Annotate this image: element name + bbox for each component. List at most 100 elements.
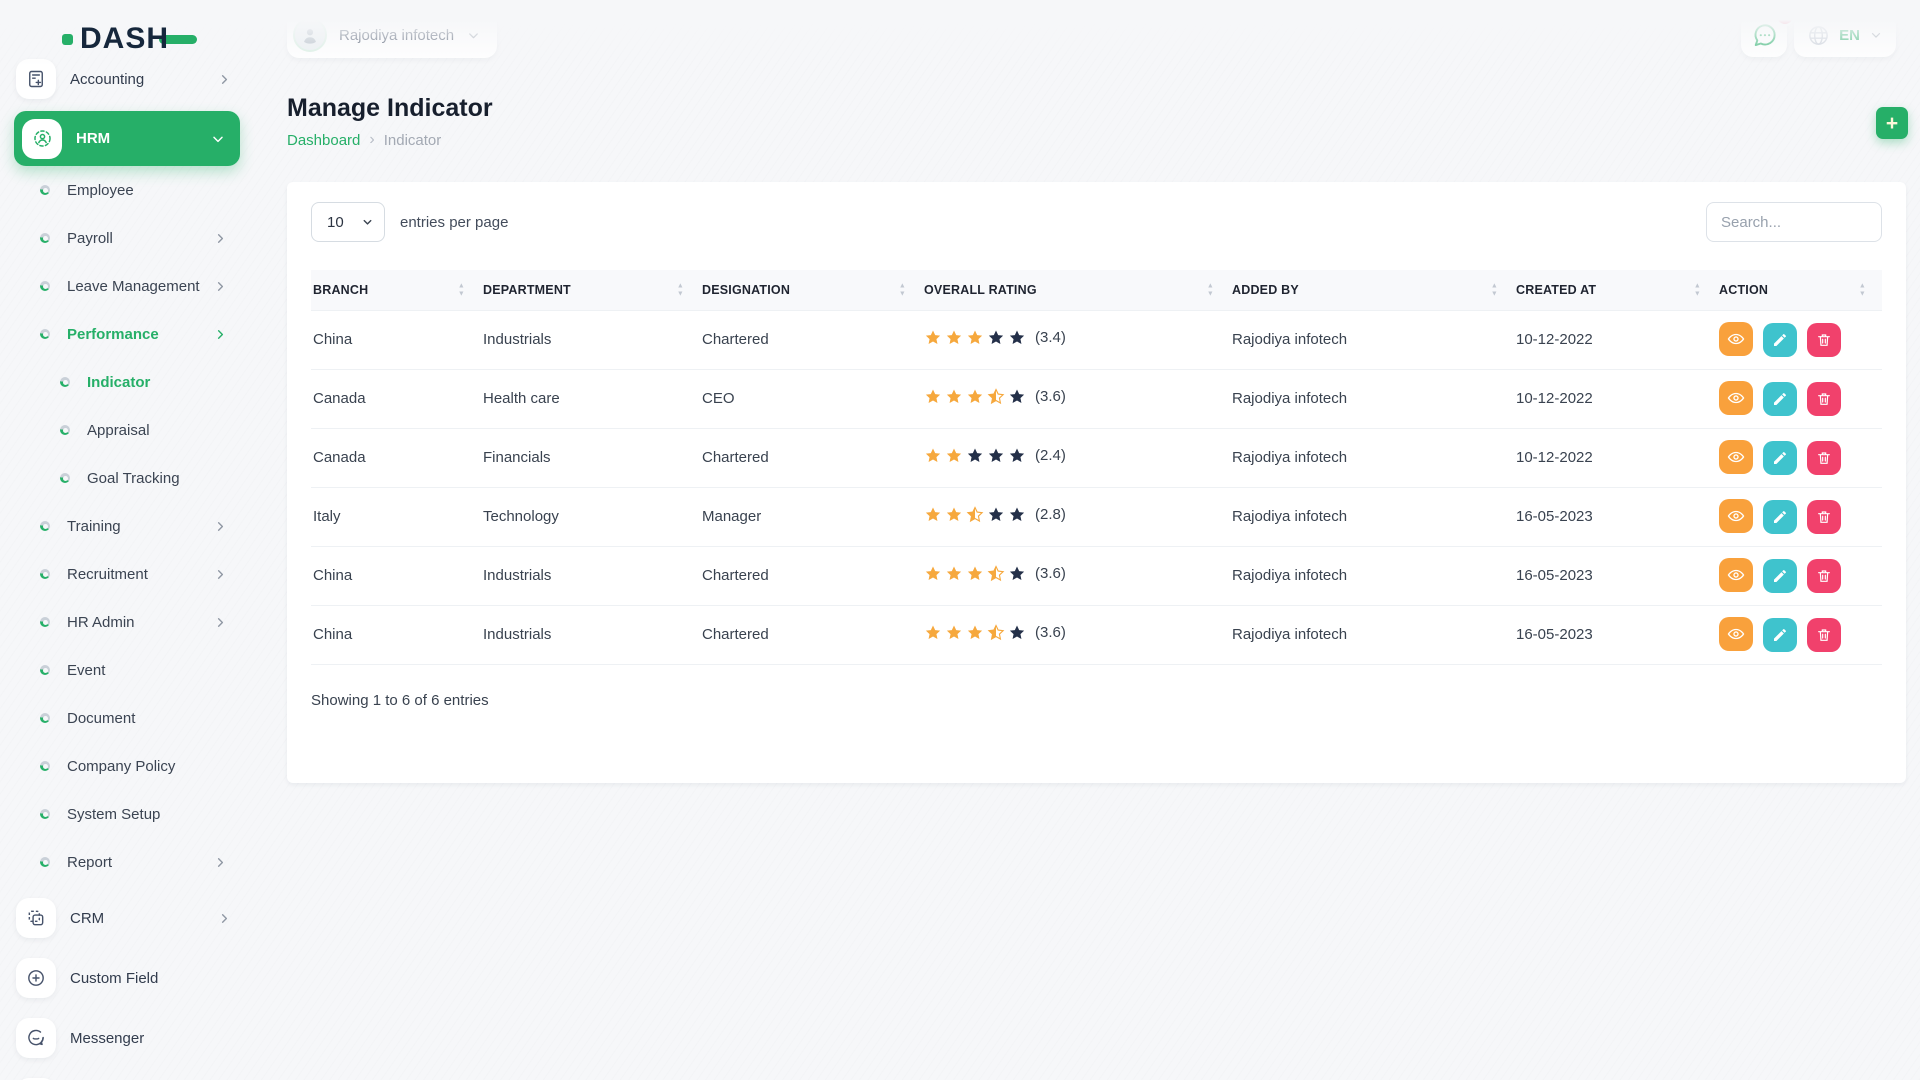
bullet-icon bbox=[40, 761, 50, 771]
delete-button[interactable] bbox=[1807, 323, 1841, 357]
eye-icon bbox=[1727, 507, 1745, 525]
star-empty-icon bbox=[966, 447, 984, 465]
cell-designation: CEO bbox=[700, 369, 922, 428]
star-full-icon bbox=[966, 565, 984, 583]
bullet-icon bbox=[60, 425, 70, 435]
page-size-select[interactable]: 10 bbox=[311, 202, 385, 242]
sidebar-item-leave-management[interactable]: Leave Management bbox=[0, 262, 248, 310]
edit-button[interactable] bbox=[1763, 441, 1797, 475]
sort-icons[interactable]: ▲▼ bbox=[458, 282, 465, 297]
entries-summary: Showing 1 to 6 of 6 entries bbox=[287, 665, 1906, 709]
sort-icons[interactable]: ▲▼ bbox=[1694, 282, 1701, 297]
sidebar-item-indicator[interactable]: Indicator bbox=[0, 358, 248, 406]
sidebar-item-messenger[interactable]: Messenger bbox=[0, 1010, 248, 1066]
sort-icons[interactable]: ▲▼ bbox=[1859, 282, 1866, 297]
sort-icons[interactable]: ▲▼ bbox=[1207, 282, 1214, 297]
star-empty-icon bbox=[1008, 447, 1026, 465]
pencil-icon bbox=[1772, 391, 1788, 407]
logo-mark-icon bbox=[62, 34, 73, 45]
cell-branch: Canada bbox=[311, 428, 481, 487]
sidebar-item-event[interactable]: Event bbox=[0, 646, 248, 694]
table-row: Canada Health care CEO (3.6) Rajodiya in… bbox=[311, 369, 1882, 428]
bullet-icon bbox=[40, 857, 50, 867]
company-selector[interactable]: Rajodiya infotech bbox=[287, 12, 497, 58]
add-indicator-button[interactable]: + bbox=[1876, 107, 1908, 139]
column-header-added-by[interactable]: ADDED BY ▲▼ bbox=[1230, 270, 1514, 310]
trash-icon bbox=[1816, 332, 1832, 348]
company-name: Rajodiya infotech bbox=[339, 27, 454, 44]
sidebar-item-system-setup[interactable]: System Setup bbox=[0, 790, 248, 838]
sort-icons[interactable]: ▲▼ bbox=[677, 282, 684, 297]
sort-icons[interactable]: ▲▼ bbox=[1491, 282, 1498, 297]
view-button[interactable] bbox=[1719, 558, 1753, 592]
sidebar-item-report[interactable]: Report bbox=[0, 838, 248, 886]
breadcrumb-dashboard-link[interactable]: Dashboard bbox=[287, 132, 360, 149]
sidebar-item-accounting[interactable]: Accounting bbox=[0, 55, 248, 103]
delete-button[interactable] bbox=[1807, 441, 1841, 475]
column-header-designation[interactable]: DESIGNATION ▲▼ bbox=[700, 270, 922, 310]
sidebar-item-document[interactable]: Document bbox=[0, 694, 248, 742]
chevron-right-icon bbox=[213, 567, 228, 582]
star-full-icon bbox=[945, 388, 963, 406]
delete-button[interactable] bbox=[1807, 618, 1841, 652]
column-header-department[interactable]: DEPARTMENT ▲▼ bbox=[481, 270, 700, 310]
column-header-overall-rating[interactable]: OVERALL RATING ▲▼ bbox=[922, 270, 1230, 310]
cell-created-at: 10-12-2022 bbox=[1514, 369, 1717, 428]
star-full-icon bbox=[966, 624, 984, 642]
cell-action bbox=[1717, 428, 1882, 487]
edit-button[interactable] bbox=[1763, 382, 1797, 416]
column-header-branch[interactable]: BRANCH ▲▼ bbox=[311, 270, 481, 310]
edit-button[interactable] bbox=[1763, 559, 1797, 593]
column-header-created-at[interactable]: CREATED AT ▲▼ bbox=[1514, 270, 1717, 310]
sidebar-item-calendar[interactable]: Calendar bbox=[0, 1070, 248, 1080]
table-controls: 10 entries per page bbox=[287, 182, 1906, 242]
sidebar-item-custom-field[interactable]: Custom Field bbox=[0, 950, 248, 1006]
sidebar-item-payroll[interactable]: Payroll bbox=[0, 214, 248, 262]
sidebar-item-hr-admin[interactable]: HR Admin bbox=[0, 598, 248, 646]
star-full-icon bbox=[966, 388, 984, 406]
star-half-icon bbox=[966, 506, 984, 524]
cell-action bbox=[1717, 546, 1882, 605]
bullet-icon bbox=[60, 377, 70, 387]
sidebar-item-crm[interactable]: CRM bbox=[0, 890, 248, 946]
edit-button[interactable] bbox=[1763, 323, 1797, 357]
star-full-icon bbox=[966, 329, 984, 347]
delete-button[interactable] bbox=[1807, 500, 1841, 534]
column-header-action[interactable]: ACTION ▲▼ bbox=[1717, 270, 1882, 310]
trash-icon bbox=[1816, 450, 1832, 466]
messages-button[interactable]: 0 bbox=[1741, 13, 1787, 57]
cell-created-at: 10-12-2022 bbox=[1514, 428, 1717, 487]
sidebar-item-company-policy[interactable]: Company Policy bbox=[0, 742, 248, 790]
sidebar-item-recruitment[interactable]: Recruitment bbox=[0, 550, 248, 598]
delete-button[interactable] bbox=[1807, 559, 1841, 593]
breadcrumb-separator: › bbox=[369, 131, 374, 149]
cell-action bbox=[1717, 605, 1882, 664]
star-full-icon bbox=[924, 565, 942, 583]
table-row: China Industrials Chartered (3.4) Rajodi… bbox=[311, 310, 1882, 369]
language-code: EN bbox=[1839, 27, 1860, 44]
cell-action bbox=[1717, 487, 1882, 546]
sidebar-item-employee[interactable]: Employee bbox=[0, 166, 248, 214]
sidebar-item-hrm[interactable]: HRM bbox=[14, 111, 240, 166]
sidebar-item-appraisal[interactable]: Appraisal bbox=[0, 406, 248, 454]
bullet-icon bbox=[40, 713, 50, 723]
view-button[interactable] bbox=[1719, 381, 1753, 415]
view-button[interactable] bbox=[1719, 440, 1753, 474]
eye-icon bbox=[1727, 330, 1745, 348]
edit-button[interactable] bbox=[1763, 618, 1797, 652]
delete-button[interactable] bbox=[1807, 382, 1841, 416]
cell-added-by: Rajodiya infotech bbox=[1230, 605, 1514, 664]
language-selector[interactable]: EN bbox=[1794, 13, 1896, 57]
search-input[interactable] bbox=[1706, 202, 1882, 242]
view-button[interactable] bbox=[1719, 499, 1753, 533]
sort-icons[interactable]: ▲▼ bbox=[899, 282, 906, 297]
sidebar-item-performance[interactable]: Performance bbox=[0, 310, 248, 358]
eye-icon bbox=[1727, 389, 1745, 407]
sidebar-item-goal-tracking[interactable]: Goal Tracking bbox=[0, 454, 248, 502]
view-button[interactable] bbox=[1719, 617, 1753, 651]
view-button[interactable] bbox=[1719, 322, 1753, 356]
edit-button[interactable] bbox=[1763, 500, 1797, 534]
bullet-icon bbox=[40, 233, 50, 243]
cell-added-by: Rajodiya infotech bbox=[1230, 310, 1514, 369]
sidebar-item-training[interactable]: Training bbox=[0, 502, 248, 550]
